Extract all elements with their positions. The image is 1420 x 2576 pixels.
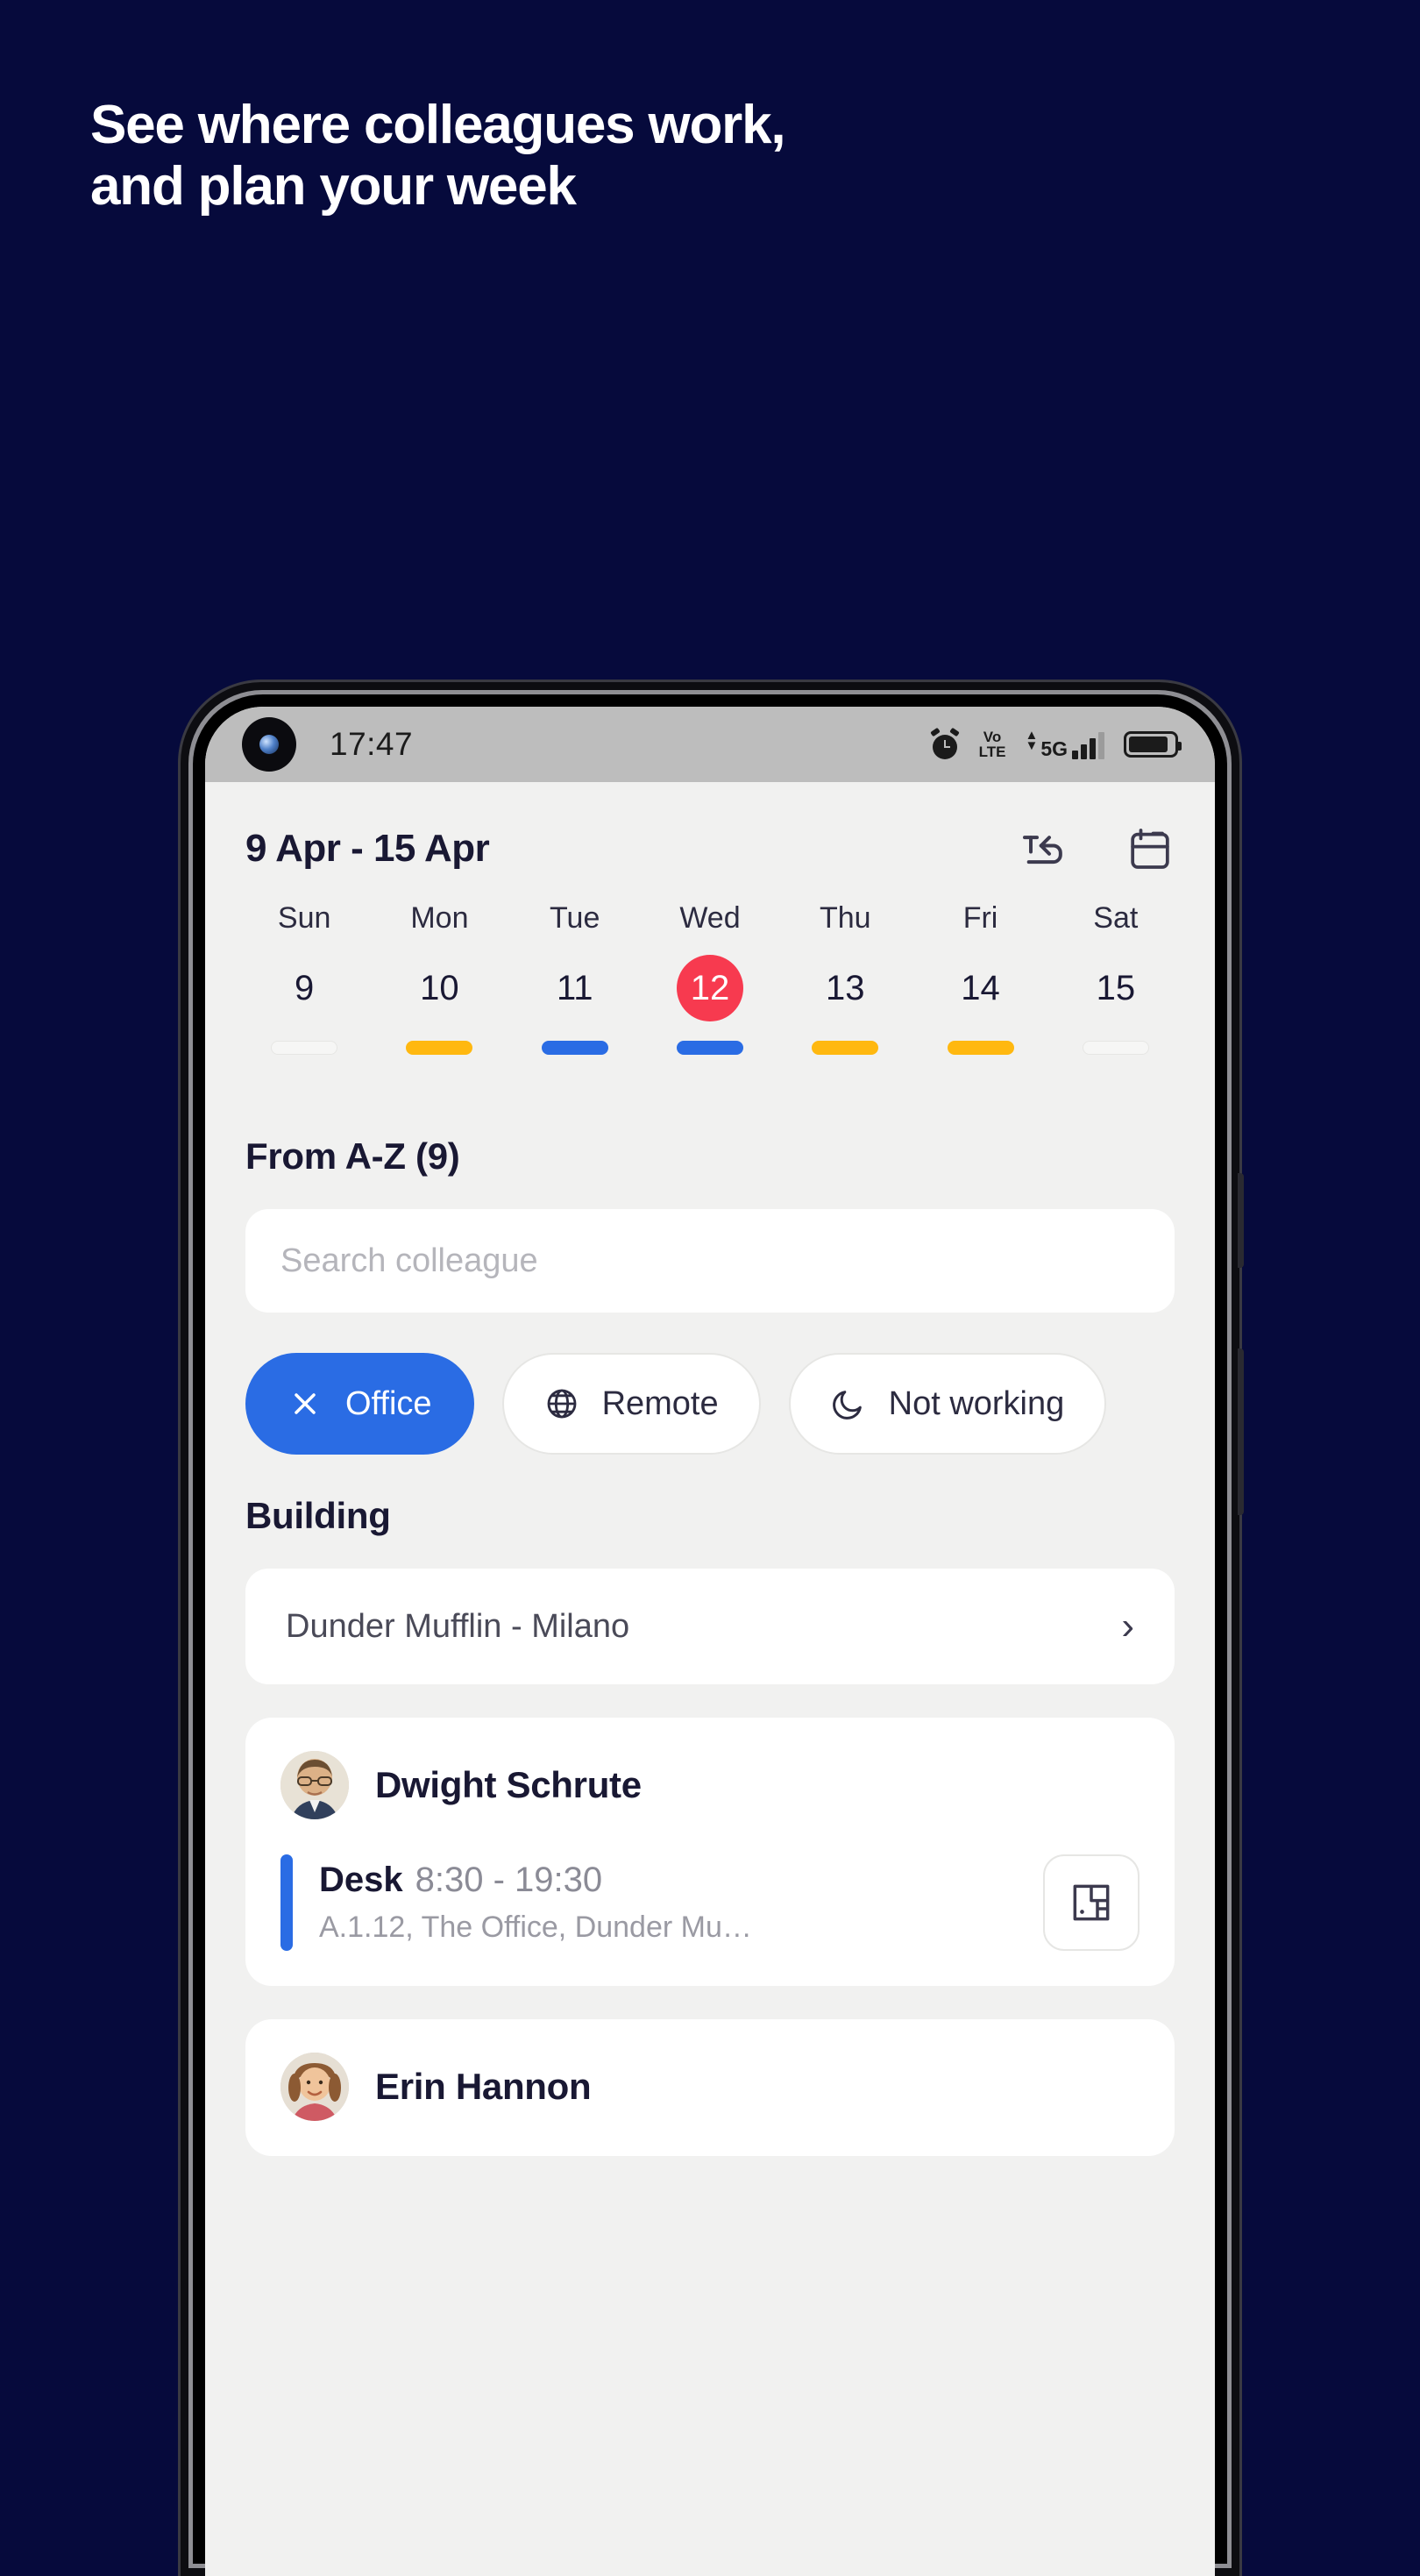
- week-day-sat[interactable]: Sat 15: [1048, 901, 1183, 1055]
- week-day-fri[interactable]: Fri 14: [912, 901, 1047, 1055]
- moon-icon: [832, 1391, 862, 1420]
- day-number: 11: [556, 968, 593, 1007]
- week-day-thu[interactable]: Thu 13: [777, 901, 912, 1055]
- day-indicator-bar: [271, 1041, 338, 1055]
- volte-bottom-label: LTE: [978, 744, 1006, 760]
- day-name: Mon: [410, 901, 469, 935]
- person-header: Erin Hannon: [280, 2053, 1140, 2121]
- signal-bars-icon: [1072, 731, 1104, 759]
- booking-row[interactable]: Desk 8:30 - 19:30 A.1.12, The Office, Dun…: [280, 1854, 1140, 1951]
- search-field[interactable]: [245, 1209, 1175, 1313]
- day-indicator-bar: [1082, 1041, 1149, 1055]
- booking-accent-bar: [280, 1854, 293, 1951]
- day-number: 14: [961, 968, 1000, 1007]
- front-camera-icon: [242, 717, 296, 772]
- filter-chip-not-working[interactable]: Not working: [788, 1353, 1107, 1455]
- avatar: [280, 1751, 349, 1819]
- day-name: Thu: [819, 901, 871, 935]
- filter-chip-row: Office Remote Not working: [205, 1313, 1215, 1455]
- day-number: 15: [1096, 968, 1136, 1007]
- phone-screen: 17:47 Vo LTE ▲ ▼ 5G 9 Apr - 15 Apr Sun 9…: [205, 707, 1215, 2576]
- day-name: Fri: [962, 901, 998, 935]
- volume-button[interactable]: [1238, 1173, 1244, 1268]
- day-indicator-bar: [541, 1041, 608, 1055]
- week-day-strip: Sun 9 Mon 10 Tue 11 Wed 12 Thu 13 Fri 14…: [205, 896, 1215, 1055]
- day-number: 13: [826, 968, 865, 1007]
- volte-top-label: Vo: [983, 728, 1002, 745]
- day-name: Tue: [550, 901, 600, 935]
- phone-device-frame: 17:47 Vo LTE ▲ ▼ 5G 9 Apr - 15 Apr Sun 9…: [181, 682, 1244, 2576]
- chevron-right-icon: ›: [1121, 1605, 1134, 1647]
- status-time: 17:47: [330, 726, 414, 762]
- status-icons: Vo LTE ▲ ▼ 5G: [929, 727, 1182, 760]
- close-icon: [295, 1393, 316, 1414]
- booking-location: A.1.12, The Office, Dunder Mu…: [319, 1911, 752, 1944]
- day-indicator-bar: [947, 1041, 1014, 1055]
- booking-details: Desk 8:30 - 19:30 A.1.12, The Office, Dun…: [319, 1861, 1017, 1945]
- chip-label: Not working: [888, 1384, 1065, 1422]
- booking-time: 8:30 - 19:30: [415, 1861, 603, 1899]
- power-button[interactable]: [1238, 1348, 1244, 1515]
- header-actions: [1019, 824, 1175, 873]
- week-day-tue[interactable]: Tue 11: [508, 901, 643, 1055]
- booking-type: Desk: [319, 1861, 403, 1899]
- week-day-sun[interactable]: Sun 9: [237, 901, 372, 1055]
- floorplan-button[interactable]: [1043, 1854, 1140, 1951]
- today-reset-icon[interactable]: [1019, 824, 1068, 873]
- week-day-mon[interactable]: Mon 10: [372, 901, 507, 1055]
- week-day-wed[interactable]: Wed 12: [643, 901, 777, 1055]
- person-card[interactable]: Dwight Schrute Desk 8:30 - 19:30 A.1.12, …: [245, 1718, 1175, 1986]
- filter-chip-remote[interactable]: Remote: [501, 1353, 761, 1455]
- search-input[interactable]: [280, 1242, 1140, 1280]
- status-bar: 17:47 Vo LTE ▲ ▼ 5G: [205, 707, 1215, 782]
- globe-icon: [547, 1389, 576, 1419]
- booking-title: Desk 8:30 - 19:30: [319, 1861, 1017, 1900]
- chip-label: Office: [345, 1384, 432, 1422]
- day-name: Wed: [679, 901, 741, 935]
- headline-line-1: See where colleagues work,: [90, 95, 786, 155]
- volte-icon: Vo LTE: [979, 729, 1006, 760]
- battery-icon: [1124, 731, 1182, 758]
- building-selector[interactable]: Dunder Mufflin - Milano ›: [245, 1569, 1175, 1684]
- alarm-icon: [929, 727, 960, 759]
- app-content: 9 Apr - 15 Apr Sun 9 Mon 10 Tue 11 Wed 1…: [205, 782, 1215, 2576]
- avatar: [280, 2053, 349, 2121]
- chip-label: Remote: [601, 1384, 719, 1422]
- person-card[interactable]: Erin Hannon: [245, 2019, 1175, 2156]
- headline-line-2: and plan your week: [90, 156, 577, 217]
- day-name: Sun: [277, 901, 331, 935]
- building-name: Dunder Mufflin - Milano: [286, 1607, 630, 1645]
- day-indicator-bar: [812, 1041, 879, 1055]
- page-title: See where colleagues work, and plan your…: [90, 95, 1247, 217]
- floorplan-icon: [1073, 1884, 1110, 1921]
- person-name: Dwight Schrute: [375, 1764, 642, 1805]
- app-header: 9 Apr - 15 Apr: [205, 782, 1215, 896]
- day-indicator-bar: [676, 1041, 743, 1055]
- day-indicator-bar: [406, 1041, 473, 1055]
- network-5g-icon: ▲ ▼ 5G: [1025, 727, 1104, 760]
- week-range-label: 9 Apr - 15 Apr: [245, 827, 490, 870]
- building-section-title: Building: [245, 1495, 391, 1536]
- network-label: 5G: [1040, 737, 1068, 760]
- day-number-selected: 12: [676, 955, 743, 1021]
- day-name: Sat: [1093, 901, 1139, 935]
- day-number: 9: [295, 968, 315, 1007]
- filter-chip-office[interactable]: Office: [245, 1353, 474, 1455]
- calendar-icon[interactable]: [1125, 824, 1175, 873]
- data-arrows-icon: ▲ ▼: [1025, 727, 1039, 753]
- day-number: 10: [420, 968, 459, 1007]
- list-title: From A-Z (9): [245, 1135, 460, 1177]
- person-name: Erin Hannon: [375, 2066, 592, 2107]
- person-header: Dwight Schrute: [280, 1751, 1140, 1819]
